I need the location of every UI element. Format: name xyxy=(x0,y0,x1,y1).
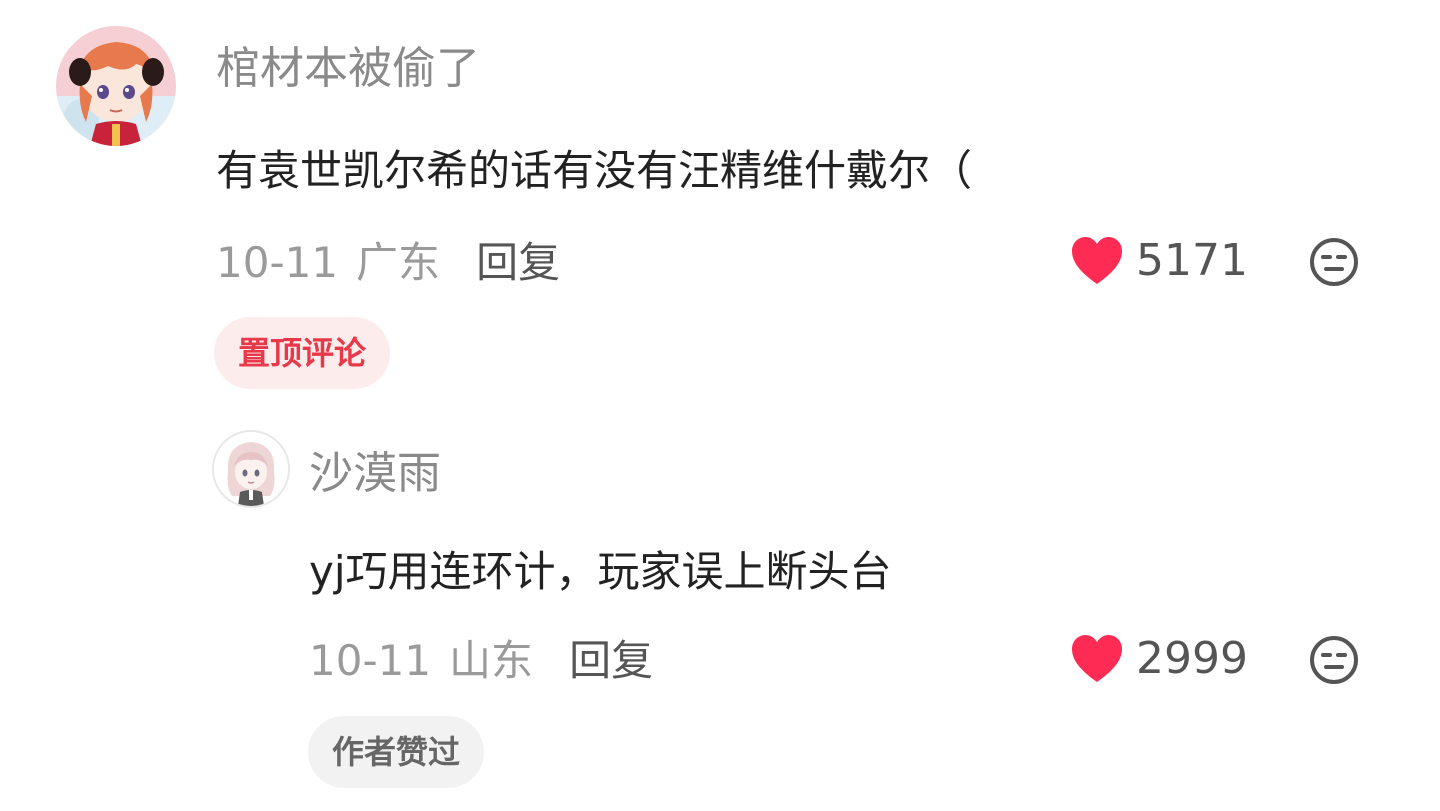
pinned-comment-badge: 置顶评论 xyxy=(214,317,391,389)
comment-date: 10-11 xyxy=(216,238,339,287)
like-count: 5171 xyxy=(1136,235,1248,286)
reply-text: yj巧用连环计，玩家误上断头台 xyxy=(309,547,892,596)
unamused-face-icon xyxy=(1310,238,1358,286)
like-count: 2999 xyxy=(1136,633,1248,684)
unamused-face-icon xyxy=(1310,636,1358,684)
reply-location: 山东 xyxy=(449,636,534,685)
reply-date: 10-11 xyxy=(309,636,432,685)
comment-location: 广东 xyxy=(356,238,441,287)
reply-avatar[interactable] xyxy=(214,432,288,506)
comment-username[interactable]: 棺材本被偷了 xyxy=(216,47,480,91)
comment-text: 有袁世凯尔希的话有没有汪精维什戴尔（ xyxy=(216,146,973,195)
anime-girl-avatar-icon xyxy=(214,432,288,506)
like-button[interactable]: 2999 xyxy=(1070,634,1248,684)
heart-icon xyxy=(1072,635,1122,682)
reply-button[interactable]: 回复 xyxy=(476,242,560,284)
author-liked-badge: 作者赞过 xyxy=(308,716,485,788)
comment-meta: 10-11 广东 回复 xyxy=(216,242,560,284)
heart-icon xyxy=(1072,237,1122,284)
like-button[interactable]: 5171 xyxy=(1070,236,1248,286)
reply-meta: 10-11 山东 回复 xyxy=(309,640,653,682)
comment-thread: 棺材本被偷了 有袁世凯尔希的话有没有汪精维什戴尔（ 10-11 广东 回复 51… xyxy=(0,0,1440,811)
dislike-button[interactable] xyxy=(1308,236,1360,288)
reply-button[interactable]: 回复 xyxy=(569,640,653,682)
reply-username[interactable]: 沙漠雨 xyxy=(309,452,441,496)
avatar[interactable] xyxy=(56,26,176,146)
anime-girl-avatar-icon xyxy=(56,26,176,146)
dislike-button[interactable] xyxy=(1308,634,1360,686)
